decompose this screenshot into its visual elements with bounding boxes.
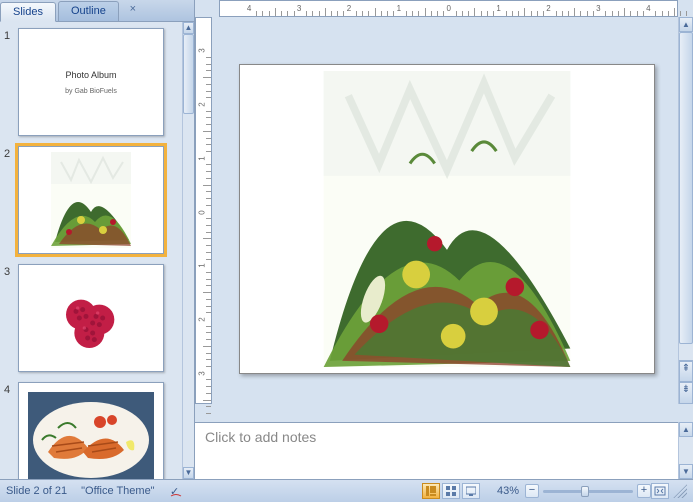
vertical-ruler: 3210123 bbox=[195, 17, 212, 404]
resize-grip-icon[interactable] bbox=[673, 484, 687, 498]
slide-number: 2 bbox=[4, 146, 18, 160]
slide-number: 1 bbox=[4, 28, 18, 42]
salad-image-icon bbox=[319, 71, 575, 367]
zoom-handle[interactable] bbox=[581, 486, 589, 497]
thumbnail-list: 1 Photo Album by Gab BioFuels 2 bbox=[0, 22, 182, 479]
thumbnail-row: 2 bbox=[4, 146, 178, 254]
scroll-up-icon[interactable]: ▲ bbox=[183, 22, 194, 34]
tab-slides[interactable]: Slides bbox=[0, 2, 56, 22]
scroll-down-icon[interactable]: ▼ bbox=[679, 464, 693, 479]
scroll-up-icon[interactable]: ▲ bbox=[679, 422, 693, 437]
zoom-in-button[interactable]: + bbox=[637, 484, 651, 498]
scroll-up-icon[interactable]: ▲ bbox=[679, 17, 693, 32]
thumbnail-row: 4 bbox=[4, 382, 178, 479]
slide-thumbnail-2[interactable] bbox=[18, 146, 164, 254]
spellcheck-icon[interactable]: ✓ bbox=[169, 484, 183, 498]
zoom-slider[interactable] bbox=[543, 490, 633, 493]
scroll-down-icon[interactable]: ▼ bbox=[183, 467, 194, 479]
thumb-title: Photo Album bbox=[65, 70, 116, 80]
notes-scrollbar[interactable]: ▲ ▼ bbox=[678, 422, 693, 479]
raspberries-image-icon bbox=[46, 278, 136, 358]
zoom-control: 43% − + bbox=[491, 484, 651, 498]
normal-view-button[interactable] bbox=[422, 483, 440, 499]
status-bar: Slide 2 of 21 "Office Theme" ✓ 43% − + bbox=[0, 479, 693, 502]
slide-thumbnail-3[interactable] bbox=[18, 264, 164, 372]
close-panel-icon[interactable]: × bbox=[125, 2, 141, 18]
slideshow-view-button[interactable] bbox=[462, 483, 480, 499]
thumb-subtitle: by Gab BioFuels bbox=[65, 88, 117, 95]
zoom-out-button[interactable]: − bbox=[525, 484, 539, 498]
main-area: 432101234 3210123 ▲ ⇞ ⇟ bbox=[195, 0, 693, 479]
slide-nav-buttons: ⇞ ⇟ bbox=[679, 360, 693, 404]
slide-thumbnail-4[interactable] bbox=[18, 382, 164, 479]
slide-counter: Slide 2 of 21 bbox=[6, 485, 67, 497]
fish-plate-image-icon bbox=[28, 392, 154, 479]
theme-name: "Office Theme" bbox=[81, 485, 154, 497]
slides-panel: Slides Outline × 1 Photo Album by Gab Bi… bbox=[0, 0, 195, 479]
salad-image-icon bbox=[51, 152, 131, 248]
horizontal-ruler: 432101234 bbox=[219, 0, 678, 17]
zoom-percent[interactable]: 43% bbox=[497, 485, 519, 497]
notes-pane[interactable]: Click to add notes bbox=[195, 422, 678, 479]
panel-scrollbar[interactable]: ▲ ▼ bbox=[182, 22, 194, 479]
fit-to-window-button[interactable] bbox=[651, 483, 669, 499]
slide-number: 4 bbox=[4, 382, 18, 396]
slide-stage[interactable] bbox=[219, 24, 678, 404]
next-slide-button[interactable]: ⇟ bbox=[679, 382, 693, 404]
vertical-scrollbar[interactable]: ▲ ⇞ ⇟ bbox=[678, 17, 693, 404]
scroll-thumb[interactable] bbox=[183, 34, 194, 114]
current-slide[interactable] bbox=[239, 64, 655, 374]
tab-outline[interactable]: Outline bbox=[58, 1, 119, 21]
thumbnail-row: 1 Photo Album by Gab BioFuels bbox=[4, 28, 178, 136]
sorter-view-button[interactable] bbox=[442, 483, 460, 499]
panel-tabs: Slides Outline × bbox=[0, 0, 194, 22]
slide-thumbnail-1[interactable]: Photo Album by Gab BioFuels bbox=[18, 28, 164, 136]
scroll-thumb[interactable] bbox=[679, 32, 693, 344]
thumbnail-row: 3 bbox=[4, 264, 178, 372]
previous-slide-button[interactable]: ⇞ bbox=[679, 360, 693, 382]
slide-number: 3 bbox=[4, 264, 18, 278]
